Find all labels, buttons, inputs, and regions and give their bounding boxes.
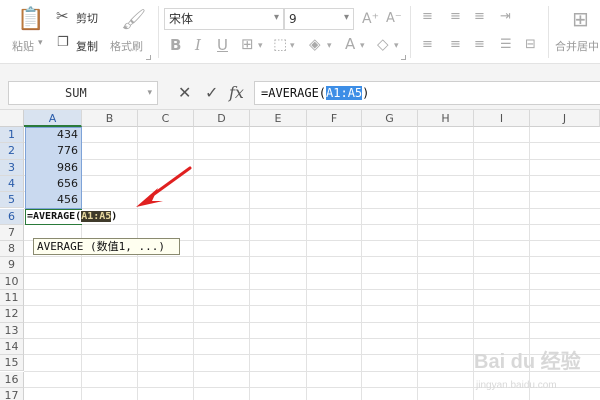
- confirm-icon[interactable]: ✓: [205, 83, 218, 103]
- chevron-down-icon[interactable]: ▾: [290, 41, 295, 51]
- align-right-icon[interactable]: ≡: [474, 37, 485, 53]
- ribbon-divider: [158, 6, 159, 58]
- scissors-icon[interactable]: ✂: [56, 8, 69, 24]
- copy-label[interactable]: 复制: [76, 38, 98, 54]
- formula-input[interactable]: =AVERAGE(A1:A5): [254, 81, 600, 105]
- distribute-icon[interactable]: ☰: [500, 37, 512, 53]
- font-name-select[interactable]: 宋体 ▾: [164, 8, 284, 30]
- bold-icon[interactable]: B: [170, 37, 181, 53]
- ribbon-toolbar: 📋 粘贴 ▾ ✂ 剪切 ❐ 复制 🖌 格式刷 宋体 ▾ 9 ▾ A⁺ A⁻ B …: [0, 0, 600, 64]
- copy-icon[interactable]: ❐: [57, 35, 69, 51]
- arrow-shaft: [148, 166, 192, 199]
- cell-style-icon[interactable]: ⬚: [273, 36, 287, 52]
- cancel-icon[interactable]: ✕: [178, 83, 191, 103]
- format-painter-label[interactable]: 格式刷: [110, 38, 143, 54]
- formula-bar: SUM ▾ ✕ ✓ fx =AVERAGE(A1:A5): [0, 76, 600, 110]
- align-top-icon[interactable]: ≡: [422, 9, 433, 25]
- baidu-watermark: Bai du 经验 jingyan.baidu.com: [474, 349, 581, 391]
- font-size-select[interactable]: 9 ▾: [284, 8, 354, 30]
- paste-dropdown-icon[interactable]: ▾: [38, 38, 43, 48]
- eraser-icon[interactable]: ◇: [377, 36, 389, 52]
- dialog-launcher-icon[interactable]: [401, 55, 406, 60]
- dialog-launcher-icon[interactable]: [146, 55, 151, 60]
- align-left-icon[interactable]: ≡: [422, 37, 433, 53]
- wrap-icon[interactable]: ⊟: [525, 37, 536, 53]
- fill-color-icon[interactable]: ◈: [309, 36, 321, 52]
- name-box-value: SUM: [65, 86, 87, 100]
- merge-center-icon[interactable]: ⊞: [572, 8, 589, 30]
- chevron-down-icon[interactable]: ▾: [360, 41, 365, 51]
- format-painter-icon[interactable]: 🖌: [121, 8, 146, 30]
- ribbon-divider: [410, 6, 411, 58]
- decrease-font-icon[interactable]: A⁻: [386, 11, 402, 27]
- font-size-value: 9: [289, 12, 297, 26]
- align-bottom-icon[interactable]: ≡: [474, 9, 485, 25]
- increase-font-icon[interactable]: A⁺: [362, 11, 379, 27]
- formula-range-ref: A1:A5: [326, 86, 363, 100]
- chevron-down-icon[interactable]: ▾: [147, 82, 152, 104]
- chevron-down-icon[interactable]: ▾: [327, 41, 332, 51]
- chevron-down-icon[interactable]: ▾: [258, 41, 263, 51]
- font-name-value: 宋体: [169, 12, 194, 26]
- indent-icon[interactable]: ⇥: [500, 9, 511, 25]
- chevron-down-icon: ▾: [273, 12, 279, 23]
- align-center-icon[interactable]: ≡: [450, 37, 461, 53]
- chevron-down-icon: ▾: [343, 12, 349, 23]
- paste-label[interactable]: 粘贴: [12, 38, 34, 54]
- cut-label[interactable]: 剪切: [76, 10, 98, 26]
- align-middle-icon[interactable]: ≡: [450, 9, 461, 25]
- italic-icon[interactable]: I: [195, 37, 201, 53]
- font-color-icon[interactable]: A: [345, 36, 355, 52]
- formula-prefix: =AVERAGE(: [261, 86, 327, 100]
- underline-icon[interactable]: U: [217, 37, 228, 53]
- watermark-url: jingyan.baidu.com: [475, 380, 557, 391]
- ribbon-divider: [548, 6, 549, 58]
- chevron-down-icon[interactable]: ▾: [394, 41, 399, 51]
- paste-icon[interactable]: 📋: [17, 8, 44, 32]
- border-icon[interactable]: ⊞: [241, 36, 254, 52]
- watermark-logo-text: Bai du 经验: [474, 349, 581, 373]
- spreadsheet-grid[interactable]: ABCDEFGHIJ 123456789101112131415161718 4…: [0, 110, 600, 400]
- name-box[interactable]: SUM ▾: [8, 81, 158, 105]
- formula-suffix: ): [362, 86, 370, 100]
- merge-center-label[interactable]: 合并居中: [555, 38, 599, 54]
- fx-icon[interactable]: fx: [229, 83, 244, 103]
- toolbar-gap: [0, 64, 600, 76]
